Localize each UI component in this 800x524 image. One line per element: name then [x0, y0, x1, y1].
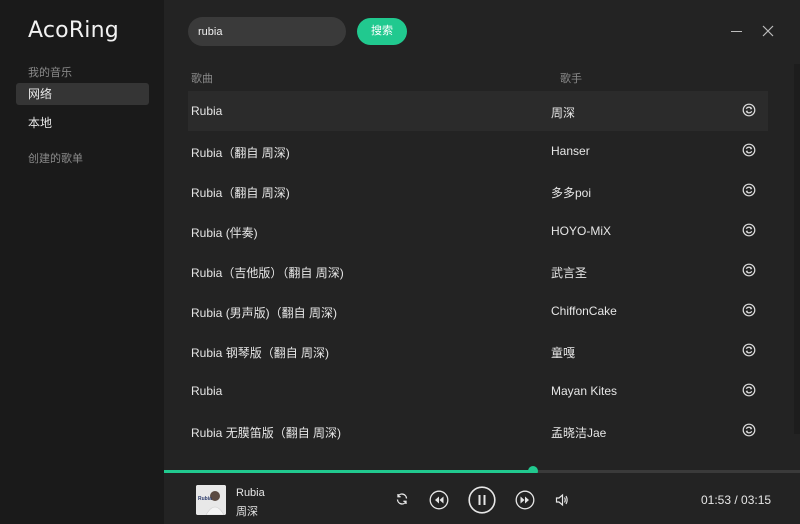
play-circle-icon[interactable] [742, 263, 758, 279]
song-title: Rubia [191, 384, 223, 398]
song-row[interactable]: Rubia 无膜笛版（翻自 周深) 孟晓洁Jae [188, 411, 768, 451]
search-input[interactable] [188, 17, 346, 46]
song-artist[interactable]: 孟晓洁Jae [551, 424, 606, 441]
pause-button[interactable] [468, 486, 496, 519]
song-title: Rubia 无膜笛版（翻自 周深) [191, 426, 342, 440]
previous-icon[interactable] [429, 490, 449, 515]
player-bar: Rubia Rubia 周深 01:53 / 03:15 [164, 473, 800, 524]
column-header-song: 歌曲 [191, 73, 213, 85]
song-artist[interactable]: HOYO-MiX [551, 224, 611, 238]
time-display: 01:53 / 03:15 [701, 493, 772, 507]
song-title: Rubia (男声版)（翻自 周深) [191, 306, 338, 320]
scrollbar[interactable] [794, 64, 800, 434]
section-created-playlists[interactable]: 创建的歌单 [28, 150, 83, 166]
app-title: AcoRing [28, 18, 119, 43]
column-header-artist: 歌手 [560, 73, 582, 85]
sidebar-item-local[interactable]: 本地 [16, 112, 149, 134]
song-artist[interactable]: 多多poi [551, 184, 591, 201]
song-row[interactable]: Rubia 周深 [188, 91, 768, 131]
song-artist[interactable]: Mayan Kites [551, 384, 617, 398]
song-artist[interactable]: 周深 [551, 104, 575, 121]
play-circle-icon[interactable] [742, 423, 758, 439]
play-circle-icon[interactable] [742, 303, 758, 319]
play-circle-icon[interactable] [742, 383, 758, 399]
song-artist[interactable]: 武言圣 [551, 264, 587, 281]
sidebar-item-network[interactable]: 网络 [16, 83, 149, 105]
next-icon[interactable] [515, 490, 535, 515]
now-playing-title: Rubia [236, 487, 265, 499]
song-title: Rubia（翻自 周深) [191, 186, 290, 200]
album-cover[interactable]: Rubia [196, 485, 226, 515]
now-playing-artist: 周深 [236, 506, 258, 518]
main-panel: 搜索 歌曲 歌手 Rubia周深Rubia（翻自 周深)HanserRubia（… [164, 0, 800, 470]
play-circle-icon[interactable] [742, 103, 758, 119]
song-row[interactable]: Rubia (伴奏) HOYO-MiX [188, 211, 768, 251]
song-title: Rubia 钢琴版（翻自 周深) [191, 346, 330, 360]
song-list: Rubia 周深 Rubia（翻自 周深) Hanser Rubia（翻自 周深) 多多p… [188, 91, 768, 451]
section-my-music: 我的音乐 [28, 67, 72, 79]
close-icon[interactable] [761, 24, 775, 38]
play-circle-icon[interactable] [742, 183, 758, 199]
song-row[interactable]: Rubia Mayan Kites [188, 371, 768, 411]
song-row[interactable]: Rubia（吉他版）（翻自 周深) 武言圣 [188, 251, 768, 291]
play-circle-icon[interactable] [742, 343, 758, 359]
cover-text: Rubia [198, 496, 212, 502]
play-circle-icon[interactable] [742, 143, 758, 159]
song-row[interactable]: Rubia (男声版)（翻自 周深) ChiffonCake [188, 291, 768, 331]
song-title: Rubia（翻自 周深) [191, 146, 290, 160]
search-button[interactable]: 搜索 [357, 18, 407, 45]
song-title: Rubia (伴奏) [191, 226, 258, 240]
song-row[interactable]: Rubia（翻自 周深) Hanser [188, 131, 768, 171]
repeat-icon[interactable] [395, 492, 409, 511]
sidebar: AcoRing 我的音乐 网络 本地 创建的歌单 [0, 0, 164, 524]
song-row[interactable]: Rubia 钢琴版（翻自 周深) 童嘎 [188, 331, 768, 371]
song-title: Rubia（吉他版）（翻自 周深) [191, 266, 344, 280]
song-artist[interactable]: 童嘎 [551, 344, 575, 361]
song-artist[interactable]: Hanser [551, 144, 590, 158]
song-title: Rubia [191, 104, 223, 118]
play-circle-icon[interactable] [742, 223, 758, 239]
minimize-icon[interactable] [730, 25, 744, 35]
song-artist[interactable]: ChiffonCake [551, 304, 617, 318]
volume-icon[interactable] [555, 493, 569, 512]
song-row[interactable]: Rubia（翻自 周深) 多多poi [188, 171, 768, 211]
